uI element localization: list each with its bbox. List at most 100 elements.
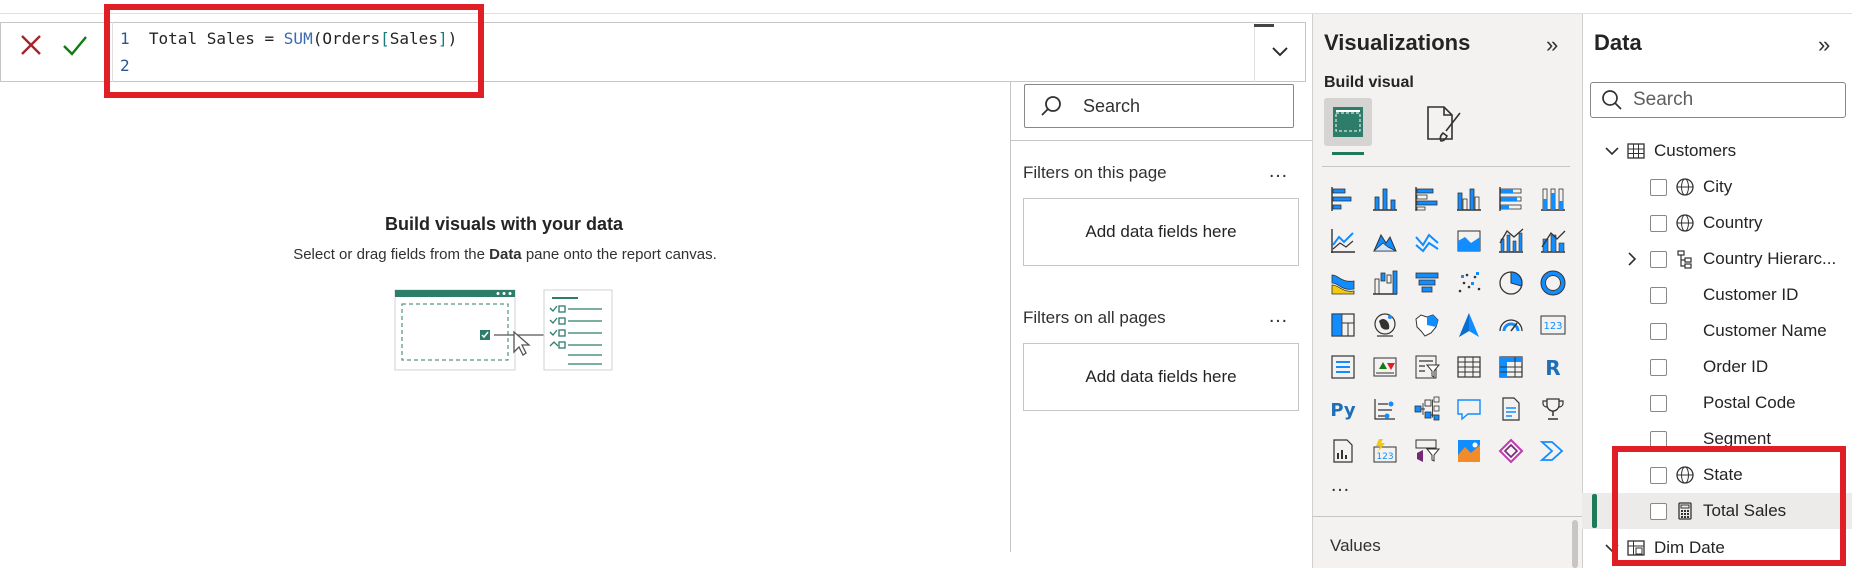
power-automate-icon[interactable] <box>1490 430 1532 472</box>
commit-formula-button[interactable] <box>58 28 92 62</box>
chevron-down-icon <box>1604 542 1620 554</box>
filters-this-page-more-button[interactable]: … <box>1268 160 1289 183</box>
field-checkbox[interactable] <box>1650 358 1667 376</box>
field-row[interactable]: Postal Code <box>1582 385 1852 421</box>
map-icon[interactable] <box>1364 304 1406 346</box>
table-customers[interactable]: Customers <box>1582 133 1852 169</box>
field-row-selected[interactable]: Total Sales <box>1582 493 1852 529</box>
field-checkbox[interactable] <box>1650 286 1667 304</box>
hierarchy-icon <box>1675 249 1695 269</box>
chevron-right-icon[interactable] <box>1626 251 1638 267</box>
stacked-column-icon[interactable] <box>1364 178 1406 220</box>
table-name: Customers <box>1654 141 1737 160</box>
svg-text:123: 123 <box>1543 321 1562 332</box>
build-visual-label: Build visual <box>1324 74 1414 91</box>
format-brush-icon <box>1427 106 1461 142</box>
data-pane-expand-button[interactable]: » <box>1818 32 1830 58</box>
clustered-bar-icon[interactable] <box>1406 178 1448 220</box>
card-icon[interactable]: 123 <box>1532 304 1574 346</box>
field-row[interactable]: Country <box>1582 205 1852 241</box>
format-visual-tab[interactable] <box>1420 102 1466 144</box>
waterfall-icon[interactable] <box>1364 262 1406 304</box>
treemap-icon[interactable] <box>1322 304 1364 346</box>
column-reference: Sales <box>389 29 438 48</box>
formula-editor-line-2[interactable]: 2 <box>120 56 130 75</box>
slicer-icon[interactable] <box>1406 346 1448 388</box>
decomposition-tree-icon[interactable] <box>1406 388 1448 430</box>
field-row[interactable]: Order ID <box>1582 349 1852 385</box>
paginated-report-icon[interactable] <box>1322 430 1364 472</box>
kpi-icon[interactable] <box>1364 346 1406 388</box>
multi-row-card-icon[interactable] <box>1322 346 1364 388</box>
visualizations-divider <box>1322 166 1570 167</box>
chevron-down-icon <box>1604 145 1620 157</box>
filters-search-input[interactable]: Search <box>1024 84 1294 128</box>
line-number: 2 <box>120 56 130 75</box>
more-visuals-icon[interactable] <box>1532 430 1574 472</box>
power-apps-icon[interactable] <box>1406 430 1448 472</box>
pie-chart-icon[interactable] <box>1490 262 1532 304</box>
stacked-bar-icon[interactable] <box>1322 178 1364 220</box>
field-row[interactable]: Customer ID <box>1582 277 1852 313</box>
build-visual-tab[interactable] <box>1324 98 1372 146</box>
field-checkbox[interactable] <box>1650 502 1667 520</box>
smart-narrative-icon[interactable] <box>1490 388 1532 430</box>
100-stacked-bar-icon[interactable] <box>1490 178 1532 220</box>
field-checkbox[interactable] <box>1650 466 1667 484</box>
field-checkbox[interactable] <box>1650 322 1667 340</box>
key-influencers-icon[interactable] <box>1364 388 1406 430</box>
gauge-icon[interactable] <box>1490 304 1532 346</box>
data-search-placeholder: Search <box>1633 89 1694 110</box>
field-checkbox[interactable] <box>1650 214 1667 232</box>
area-chart-icon[interactable] <box>1364 220 1406 262</box>
more-visuals-button[interactable]: … <box>1330 474 1352 497</box>
filters-this-page-drop-zone[interactable]: Add data fields here <box>1023 198 1299 266</box>
line-stacked-column-icon[interactable] <box>1532 220 1574 262</box>
filters-all-pages-drop-zone[interactable]: Add data fields here <box>1023 343 1299 411</box>
visualizations-expand-button[interactable]: » <box>1546 32 1558 58</box>
data-search-input[interactable]: Search <box>1590 82 1846 118</box>
chevron-down-icon <box>1272 47 1288 57</box>
filters-all-pages-more-button[interactable]: … <box>1268 305 1289 328</box>
new-card-icon[interactable]: 123 <box>1364 430 1406 472</box>
qa-icon[interactable] <box>1448 388 1490 430</box>
clustered-column-icon[interactable] <box>1448 178 1490 220</box>
100-stacked-column-icon[interactable] <box>1532 178 1574 220</box>
field-row[interactable]: State <box>1582 457 1852 493</box>
top-divider <box>0 0 1852 14</box>
close-bracket: ] <box>437 29 448 48</box>
field-checkbox[interactable] <box>1650 250 1667 268</box>
visualizations-divider-bottom <box>1312 516 1582 517</box>
line-chart-icon[interactable] <box>1322 220 1364 262</box>
field-row[interactable]: City <box>1582 169 1852 205</box>
goals-icon[interactable] <box>1532 388 1574 430</box>
formula-editor-line-1[interactable]: 1 Total Sales = SUM(Orders[Sales]) <box>120 29 457 48</box>
field-label: Total Sales <box>1703 501 1787 520</box>
arcgis-map-icon[interactable] <box>1448 430 1490 472</box>
line-clustered-column-icon[interactable] <box>1490 220 1532 262</box>
visualizations-scrollbar[interactable] <box>1572 520 1578 568</box>
field-checkbox[interactable] <box>1650 430 1667 448</box>
cancel-formula-button[interactable] <box>14 28 48 62</box>
r-visual-icon[interactable]: R <box>1532 346 1574 388</box>
collapse-formula-button[interactable] <box>1254 22 1306 82</box>
azure-map-icon[interactable] <box>1448 304 1490 346</box>
field-checkbox[interactable] <box>1650 178 1667 196</box>
globe-icon <box>1675 177 1695 197</box>
svg-text:Py: Py <box>1330 400 1356 421</box>
matrix-icon[interactable] <box>1490 346 1532 388</box>
funnel-icon[interactable] <box>1406 262 1448 304</box>
field-row[interactable]: Customer Name <box>1582 313 1852 349</box>
python-visual-icon[interactable]: Py <box>1322 388 1364 430</box>
donut-chart-icon[interactable] <box>1532 262 1574 304</box>
stacked-area-icon[interactable] <box>1406 220 1448 262</box>
100-stacked-area-icon[interactable] <box>1448 220 1490 262</box>
table-dim-date[interactable]: Dim Date <box>1582 530 1852 566</box>
scatter-icon[interactable] <box>1448 262 1490 304</box>
filled-map-icon[interactable] <box>1406 304 1448 346</box>
field-checkbox[interactable] <box>1650 394 1667 412</box>
field-row[interactable]: Country Hierarc... <box>1582 241 1852 277</box>
ribbon-chart-icon[interactable] <box>1322 262 1364 304</box>
field-row[interactable]: Segment <box>1582 421 1852 457</box>
table-icon[interactable] <box>1448 346 1490 388</box>
